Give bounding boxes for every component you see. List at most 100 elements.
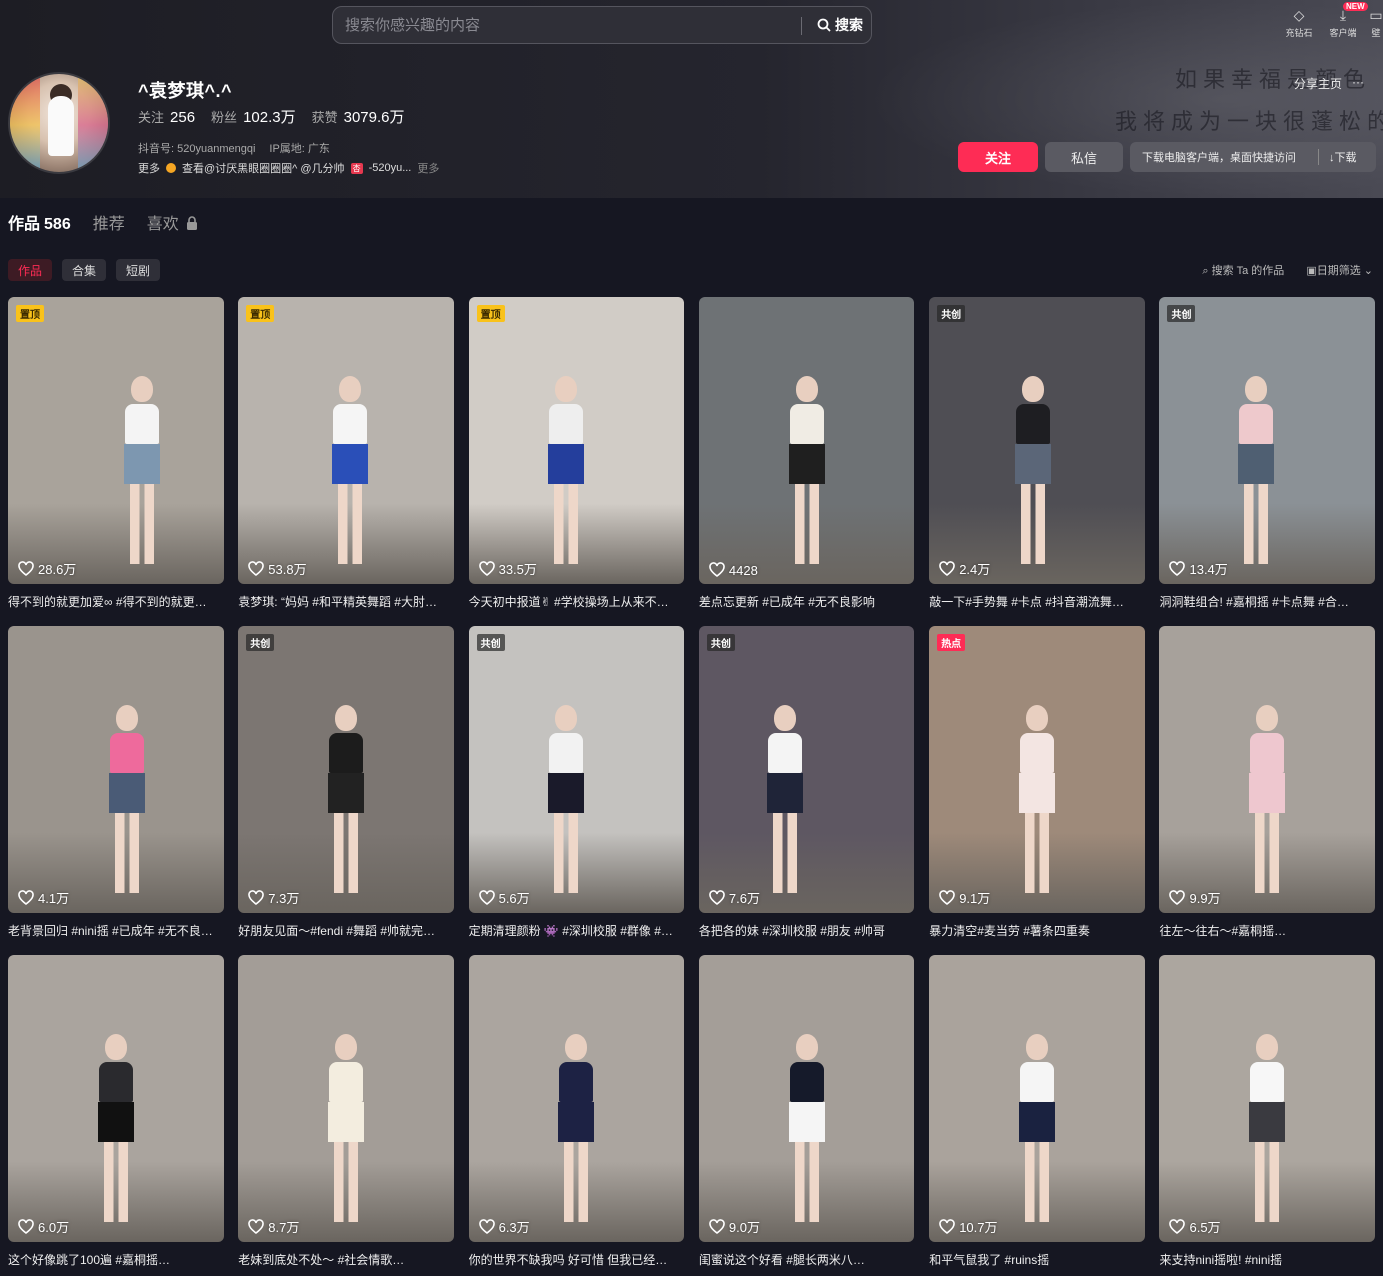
video-thumbnail[interactable]: 10.7万 — [929, 955, 1145, 1242]
subject-head — [1241, 372, 1272, 410]
video-thumbnail[interactable]: 4.1万 — [8, 626, 224, 913]
video-likes-count: 9.1万 — [959, 891, 991, 906]
bio-tail: -520yu... — [368, 162, 412, 174]
video-grid: 置顶 28.6万 得不到的就更加爱∞ #得不到的就更… 置顶 53.8万 袁梦琪: “妈妈… — [8, 297, 1375, 1276]
video-title[interactable]: 得不到的就更加爱∞ #得不到的就更… — [8, 593, 223, 610]
video-title[interactable]: 暴力清空#麦当劳 #薯条四重奏 — [929, 922, 1144, 939]
video-title[interactable]: 你的世界不缺我吗 好可惜 但我已经… — [469, 1251, 684, 1268]
tab-recommend[interactable]: 推荐 — [93, 210, 125, 234]
video-title[interactable]: 袁梦琪: “妈妈 #和平精英舞蹈 #大肘… — [238, 593, 453, 610]
video-thumbnail[interactable]: 共创 5.6万 — [468, 626, 685, 913]
search-button[interactable]: 搜索 — [811, 7, 869, 43]
video-thumbnail[interactable]: 6.3万 — [468, 955, 685, 1242]
video-title[interactable]: 往左～往右～#嘉桐摇… — [1159, 922, 1374, 939]
video-likes-count: 53.8万 — [268, 562, 307, 577]
video-card[interactable]: 共创 7.3万好朋友见面～#fendi #舞蹈 #帅就完… — [238, 626, 454, 955]
video-card[interactable]: 置顶 28.6万得不到的就更加爱∞ #得不到的就更… — [8, 297, 224, 626]
more-options-icon[interactable]: ··· — [1352, 75, 1364, 92]
video-title[interactable]: 和平气鼠我了 #ruins摇 — [929, 1251, 1144, 1268]
subject-legs — [129, 484, 154, 564]
video-likes-count: 33.5万 — [498, 562, 537, 577]
message-button[interactable]: 私信 — [1045, 142, 1123, 172]
date-filter-button[interactable]: ▣日期筛选 ⌄ — [1306, 262, 1373, 278]
video-thumbnail[interactable]: 共创 2.4万 — [929, 297, 1145, 584]
wallpaper-button[interactable]: ▭ 壁 — [1369, 4, 1383, 39]
video-card[interactable]: 8.7万老妹到底处不处～ #社会情歌… — [238, 955, 454, 1276]
video-card[interactable]: 共创 13.4万洞洞鞋组合! #嘉桐摇 #卡点舞 #合… — [1159, 297, 1375, 626]
video-title[interactable]: 今天初中报道✌ #学校操场上从来不… — [469, 593, 684, 610]
video-thumbnail[interactable]: 置顶 28.6万 — [8, 297, 224, 584]
video-card[interactable]: 置顶 33.5万今天初中报道✌ #学校操场上从来不… — [468, 297, 685, 626]
tab-works[interactable]: 作品 586 — [8, 210, 71, 234]
video-card[interactable]: 共创 7.6万各把各的妹 #深圳校服 #朋友 #帅哥 — [698, 626, 915, 955]
subject-top — [1239, 404, 1274, 444]
follow-button[interactable]: 关注 — [958, 142, 1038, 172]
video-thumbnail[interactable]: 8.7万 — [238, 955, 454, 1242]
video-title[interactable]: 这个好像跳了100遍 #嘉桐摇… — [8, 1251, 223, 1268]
avatar-bg-left — [10, 74, 40, 172]
video-thumbnail[interactable]: 置顶 53.8万 — [238, 297, 454, 584]
video-title[interactable]: 老背景回归 #nini摇 #已成年 #无不良… — [8, 922, 223, 939]
bio-more-link[interactable]: 更多 — [417, 160, 439, 176]
video-title[interactable]: 老妹到底处不处～ #社会情歌… — [238, 1251, 453, 1268]
video-title[interactable]: 差点忘更新 #已成年 #无不良影响 — [699, 593, 914, 610]
video-card[interactable]: 共创 5.6万定期清理颜粉 👾 #深圳校服 #群像 #… — [468, 626, 685, 955]
video-thumbnail[interactable]: 6.5万 — [1159, 955, 1375, 1242]
video-card[interactable]: 4.1万老背景回归 #nini摇 #已成年 #无不良… — [8, 626, 224, 955]
subject-legs — [1244, 484, 1269, 564]
video-card[interactable]: 9.9万往左～往右～#嘉桐摇… — [1159, 626, 1375, 955]
video-thumbnail[interactable]: 共创 7.6万 — [698, 626, 915, 913]
video-card[interactable]: 6.5万来支持nini摇啦! #nini摇 — [1159, 955, 1375, 1276]
video-thumbnail[interactable]: 置顶 33.5万 — [468, 297, 685, 584]
recharge-button[interactable]: ◇ 充钻石 — [1281, 4, 1317, 39]
video-thumbnail[interactable]: 6.0万 — [8, 955, 224, 1242]
download-client-button[interactable]: 下载电脑客户端，桌面快捷访问 ↓下载 — [1130, 142, 1376, 172]
chip-works[interactable]: 作品 — [8, 259, 53, 281]
video-title[interactable]: 好朋友见面～#fendi #舞蹈 #帅就完… — [238, 922, 453, 939]
video-title[interactable]: 定期清理颜粉 👾 #深圳校服 #群像 #… — [469, 922, 684, 939]
search-input[interactable] — [345, 7, 800, 43]
profile-bio: 更多 查看@讨厌黑眼圈圈圈^ @几分帅 杏 -520yu... 更多 — [138, 160, 439, 176]
video-subject — [1017, 701, 1057, 893]
video-thumbnail[interactable]: 4428 — [698, 297, 915, 584]
video-thumbnail[interactable]: 热点 9.1万 — [929, 626, 1145, 913]
video-card[interactable]: 置顶 53.8万袁梦琪: “妈妈 #和平精英舞蹈 #大肘… — [238, 297, 454, 626]
video-thumbnail[interactable]: 9.9万 — [1159, 626, 1375, 913]
video-title[interactable]: 来支持nini摇啦! #nini摇 — [1159, 1251, 1374, 1268]
fans-stat[interactable]: 粉丝 102.3万 — [211, 106, 296, 127]
video-card[interactable]: 9.0万闺蜜说这个好看 #腿长两米八… — [698, 955, 915, 1276]
following-stat[interactable]: 关注 256 — [138, 107, 195, 126]
video-card[interactable]: 6.3万你的世界不缺我吗 好可惜 但我已经… — [468, 955, 685, 1276]
video-title[interactable]: 敲一下#手势舞 #卡点 #抖音潮流舞… — [929, 593, 1144, 610]
subject-bottom — [558, 1102, 595, 1142]
heart-icon — [248, 889, 265, 905]
video-likes: 5.6万 — [478, 888, 530, 907]
chip-collections[interactable]: 合集 — [62, 259, 107, 281]
profile-meta: 抖音号: 520yuanmengqi IP属地: 广东 — [138, 140, 330, 156]
video-thumbnail[interactable]: 9.0万 — [698, 955, 915, 1242]
subject-bottom — [328, 773, 365, 813]
video-title[interactable]: 洞洞鞋组合! #嘉桐摇 #卡点舞 #合… — [1159, 593, 1374, 610]
video-card[interactable]: 4428 差点忘更新 #已成年 #无不良影响 — [698, 297, 915, 626]
tab-likes[interactable]: 喜欢 — [147, 210, 198, 234]
video-badge: 置顶 — [476, 305, 505, 322]
client-button[interactable]: ⤓ NEW 客户端 — [1325, 2, 1368, 39]
share-profile-button[interactable]: 分享主页 — [1294, 75, 1342, 92]
video-subject — [1247, 1030, 1287, 1222]
video-title[interactable]: 各把各的妹 #深圳校服 #朋友 #帅哥 — [699, 922, 914, 939]
video-card[interactable]: 6.0万这个好像跳了100遍 #嘉桐摇… — [8, 955, 224, 1276]
search-works-button[interactable]: ⌕ 搜索 Ta 的作品 — [1202, 262, 1284, 278]
video-badge: 热点 — [937, 634, 966, 651]
video-subject — [330, 372, 370, 564]
video-subject — [107, 701, 147, 893]
subject-bottom — [767, 773, 804, 813]
video-card[interactable]: 共创 2.4万敲一下#手势舞 #卡点 #抖音潮流舞… — [929, 297, 1145, 626]
video-title[interactable]: 闺蜜说这个好看 #腿长两米八… — [699, 1251, 914, 1268]
video-thumbnail[interactable]: 共创 13.4万 — [1159, 297, 1375, 584]
chip-short-dramas[interactable]: 短剧 — [116, 259, 161, 281]
avatar[interactable] — [8, 72, 110, 174]
video-card[interactable]: 热点 9.1万暴力清空#麦当劳 #薯条四重奏 — [929, 626, 1145, 955]
video-thumbnail[interactable]: 共创 7.3万 — [238, 626, 454, 913]
video-likes: 53.8万 — [248, 559, 307, 578]
video-card[interactable]: 10.7万和平气鼠我了 #ruins摇 — [929, 955, 1145, 1276]
